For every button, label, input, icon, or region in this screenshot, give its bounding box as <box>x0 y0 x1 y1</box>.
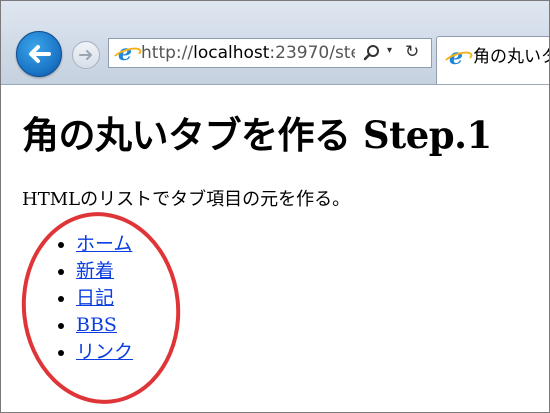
list-item: ホーム <box>76 231 133 258</box>
tab-ie-icon: e <box>445 46 467 68</box>
url-text[interactable]: http://localhost:23970/ste <box>141 39 355 67</box>
list-item: BBS <box>76 312 133 339</box>
tab-title: 角の丸いタブ <box>473 47 550 67</box>
forward-icon <box>79 50 92 60</box>
tab-link-home[interactable]: ホーム <box>76 233 132 255</box>
refresh-icon[interactable]: ↻ <box>405 42 419 62</box>
page-content: 角の丸いタブを作る Step.1 HTMLのリストでタブ項目の元を作る。 ホーム… <box>0 85 550 413</box>
url-rest: :23970/ste <box>269 43 355 63</box>
tab-link-new[interactable]: 新着 <box>76 260 114 282</box>
back-button[interactable] <box>16 31 62 77</box>
browser-tab[interactable]: e 角の丸いタブ <box>436 36 550 84</box>
list-item: 新着 <box>76 258 133 285</box>
search-icon[interactable] <box>363 44 381 62</box>
browser-toolbar: e http://localhost:23970/ste ▾ ↻ e 角の丸いタ… <box>0 0 550 85</box>
forward-button[interactable] <box>72 41 100 69</box>
address-bar[interactable]: e http://localhost:23970/ste ▾ ↻ <box>108 38 432 68</box>
back-icon <box>29 45 51 63</box>
tab-link-diary[interactable]: 日記 <box>76 287 114 309</box>
dropdown-icon[interactable]: ▾ <box>387 45 392 56</box>
intro-text: HTMLのリストでタブ項目の元を作る。 <box>22 189 351 210</box>
url-prefix: http:// <box>141 43 194 63</box>
list-item: リンク <box>76 339 133 366</box>
url-host: localhost <box>193 43 270 63</box>
page-heading: 角の丸いタブを作る Step.1 <box>22 113 492 157</box>
ie-icon: e <box>114 42 136 64</box>
tab-link-link[interactable]: リンク <box>76 341 133 363</box>
tab-link-bbs[interactable]: BBS <box>76 314 117 336</box>
tab-list: ホーム 新着 日記 BBS リンク <box>54 231 133 366</box>
list-item: 日記 <box>76 285 133 312</box>
